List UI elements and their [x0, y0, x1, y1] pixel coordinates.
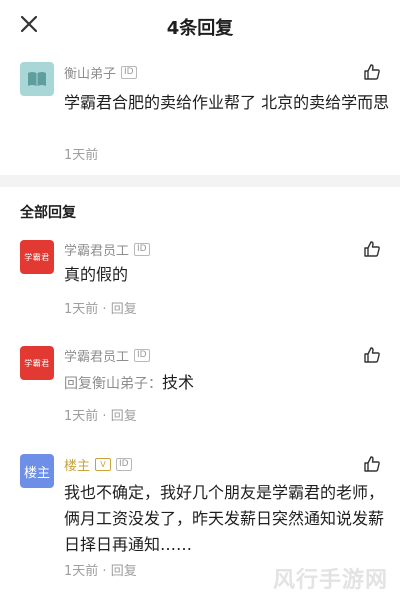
id-badge: ID: [121, 65, 137, 79]
comment-text: 我也不确定，我好几个朋友是学霸君的老师，俩月工资没发了，昨天发薪日突然通知说发薪…: [64, 483, 385, 554]
timestamp: 1天前: [64, 564, 99, 579]
timestamp: 1天前: [64, 409, 99, 424]
like-icon[interactable]: [363, 346, 381, 364]
verified-icon: V: [95, 457, 112, 471]
like-icon[interactable]: [363, 240, 381, 258]
book-icon: [28, 72, 46, 86]
reply-button[interactable]: 回复: [111, 564, 137, 579]
comment-meta: 1天前 · 回复: [64, 564, 137, 579]
username[interactable]: 学霸君员工: [64, 240, 129, 259]
comment-text: 回复衡山弟子：技术: [64, 373, 195, 392]
id-badge: ID: [134, 348, 150, 362]
page-title: 4条回复: [166, 18, 234, 39]
avatar-label: 学霸君: [24, 358, 50, 368]
watermark: 风行手游网: [272, 568, 388, 593]
timestamp: 1天前: [64, 302, 99, 317]
comment-meta: 1天前 · 回复: [64, 302, 137, 317]
like-icon[interactable]: [363, 63, 381, 81]
reply-target[interactable]: 回复衡山弟子：: [64, 376, 162, 392]
id-badge: ID: [116, 457, 132, 471]
avatar[interactable]: 楼主: [20, 454, 54, 488]
comment-text: 真的假的: [64, 265, 129, 284]
comment-meta: 1天前 · 回复: [64, 409, 137, 424]
avatar-label: 学霸君: [24, 252, 50, 262]
reply-button[interactable]: 回复: [111, 409, 137, 424]
divider: [0, 175, 400, 187]
timestamp: 1天前: [64, 148, 99, 163]
avatar[interactable]: 学霸君: [20, 240, 54, 274]
id-badge: ID: [134, 242, 150, 256]
reply-button[interactable]: 回复: [111, 302, 137, 317]
like-icon[interactable]: [363, 455, 381, 473]
avatar[interactable]: 学霸君: [20, 346, 54, 380]
avatar-label: 楼主: [23, 465, 50, 481]
username[interactable]: 学霸君员工: [64, 346, 129, 365]
username[interactable]: 楼主: [64, 455, 90, 474]
comment-text: 学霸君合肥的卖给作业帮了 北京的卖给学而思: [64, 93, 390, 112]
avatar[interactable]: [20, 62, 54, 96]
section-title: 全部回复: [20, 205, 76, 221]
header: 4条回复: [0, 0, 400, 50]
username[interactable]: 衡山弟子: [64, 63, 116, 82]
